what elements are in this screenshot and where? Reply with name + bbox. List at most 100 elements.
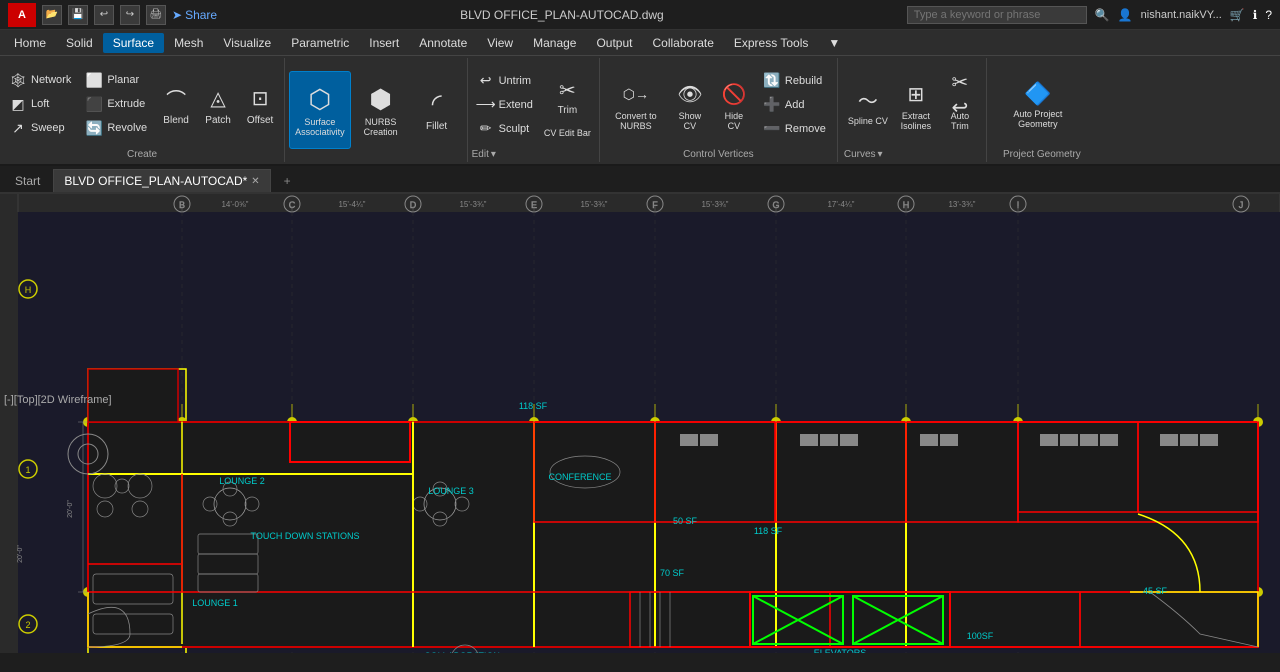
hide-cv-icon: 🚫: [718, 79, 750, 111]
menu-manage[interactable]: Manage: [523, 33, 586, 53]
search-input[interactable]: [907, 6, 1087, 24]
loft-button[interactable]: ◩ Loft: [4, 93, 76, 115]
menu-solid[interactable]: Solid: [56, 33, 103, 53]
rebuild-icon: 🔃: [763, 72, 781, 90]
auto-trim-icon: ✂↩: [944, 79, 976, 111]
svg-text:LOUNGE 3: LOUNGE 3: [428, 486, 474, 496]
create-col2: ⬜ Planar ⬛ Extrude 🔄 Revolve: [80, 69, 152, 139]
info-icon[interactable]: ℹ: [1253, 8, 1258, 22]
sculpt-icon: ✏: [477, 120, 495, 138]
search-icon[interactable]: 🔍: [1095, 8, 1110, 22]
show-cv-button[interactable]: 👁 ShowCV: [670, 77, 710, 133]
blend-button[interactable]: ⌒ Blend: [156, 81, 196, 128]
menu-parametric[interactable]: Parametric: [281, 33, 359, 53]
spline-cv-button[interactable]: 〜 Spline CV: [844, 82, 892, 128]
curves-tools: 〜 Spline CV ⊞ ExtractIsolines ✂↩ AutoTri…: [844, 60, 980, 149]
surface-assoc-group: ⬡ SurfaceAssociativity ⬢ NURBSCreation ◜…: [285, 58, 468, 162]
svg-text:50 SF: 50 SF: [673, 516, 698, 526]
extrude-button[interactable]: ⬛ Extrude: [80, 93, 152, 115]
revolve-icon: 🔄: [85, 119, 103, 137]
auto-trim-button[interactable]: ✂↩ AutoTrim: [940, 77, 980, 133]
menu-home[interactable]: Home: [4, 33, 56, 53]
undo-icon[interactable]: ↩: [94, 5, 114, 25]
tab-start[interactable]: Start: [4, 169, 51, 192]
tab-blvd[interactable]: BLVD OFFICE_PLAN-AUTOCAD* ✕: [53, 169, 270, 192]
svg-text:2: 2: [25, 620, 30, 630]
svg-text:70 SF: 70 SF: [660, 568, 685, 578]
surface-assoc-tools: ⬡ SurfaceAssociativity ⬢ NURBSCreation ◜…: [289, 60, 463, 160]
canvas-area[interactable]: [-][Top][2D Wireframe] B C D E F G: [0, 194, 1280, 653]
planar-icon: ⬜: [85, 71, 103, 89]
svg-text:LOUNGE 2: LOUNGE 2: [219, 476, 265, 486]
titlebar-title: BLVD OFFICE_PLAN-AUTOCAD.dwg: [217, 8, 907, 22]
surface-associativity-button[interactable]: ⬡ SurfaceAssociativity: [289, 71, 351, 149]
convert-nurbs-button[interactable]: ⬡→ Convert toNURBS: [606, 77, 666, 133]
offset-button[interactable]: ⊡ Offset: [240, 81, 280, 128]
fillet-button[interactable]: ◜ Fillet: [411, 71, 463, 149]
svg-text:118 SF: 118 SF: [754, 526, 783, 536]
extract-isolines-button[interactable]: ⊞ ExtractIsolines: [896, 77, 936, 133]
remove-cv-icon: ➖: [763, 120, 781, 138]
svg-text:118 SF: 118 SF: [519, 401, 548, 411]
add-cv-button[interactable]: ➕ Add: [758, 94, 831, 116]
project-geom-label: Project Geometry: [993, 149, 1091, 160]
svg-text:15'-3¾": 15'-3¾": [701, 200, 728, 209]
add-cv-icon: ➕: [763, 96, 781, 114]
save-icon[interactable]: 💾: [68, 5, 88, 25]
menu-express-tools[interactable]: Express Tools: [724, 33, 818, 53]
svg-text:ELEVATORS: ELEVATORS: [814, 648, 867, 653]
menu-mesh[interactable]: Mesh: [164, 33, 213, 53]
svg-text:1: 1: [25, 465, 30, 475]
autocad-logo: A: [8, 3, 36, 27]
planar-button[interactable]: ⬜ Planar: [80, 69, 152, 91]
create-main-btns: ⌒ Blend ◬ Patch ⊡ Offset: [156, 81, 280, 128]
rebuild-button[interactable]: 🔃 Rebuild: [758, 70, 831, 92]
print-icon[interactable]: 🖨: [146, 5, 166, 25]
menu-view[interactable]: View: [477, 33, 523, 53]
remove-cv-button[interactable]: ➖ Remove: [758, 118, 831, 140]
patch-button[interactable]: ◬ Patch: [198, 81, 238, 128]
auto-project-geometry-button[interactable]: 🔷 Auto ProjectGeometry: [993, 66, 1083, 144]
menu-annotate[interactable]: Annotate: [409, 33, 477, 53]
edit-col2: ✂ Trim CV Edit Bar: [540, 69, 595, 140]
sweep-icon: ↗: [9, 119, 27, 137]
svg-text:CONFERENCE: CONFERENCE: [548, 472, 611, 482]
create-group: 🕸 Network ◩ Loft ↗ Sweep ⬜ Plan: [0, 58, 285, 162]
sweep-button[interactable]: ↗ Sweep: [4, 117, 76, 139]
revolve-button[interactable]: 🔄 Revolve: [80, 117, 152, 139]
tab-close-icon[interactable]: ✕: [251, 176, 259, 187]
open-icon[interactable]: 📂: [42, 5, 62, 25]
nurbs-creation-button[interactable]: ⬢ NURBSCreation: [355, 71, 407, 149]
cart-icon[interactable]: 🛒: [1230, 8, 1245, 22]
show-cv-icon: 👁: [674, 79, 706, 111]
menu-extra[interactable]: ▼: [818, 33, 850, 53]
create-tools: 🕸 Network ◩ Loft ↗ Sweep ⬜ Plan: [4, 60, 280, 148]
sculpt-button[interactable]: ✏ Sculpt: [472, 118, 538, 140]
untrim-icon: ↩: [477, 72, 495, 90]
menu-visualize[interactable]: Visualize: [213, 33, 281, 53]
extend-button[interactable]: ⟶ Extend: [472, 94, 538, 116]
svg-text:45 SF: 45 SF: [1143, 586, 1168, 596]
menu-collaborate[interactable]: Collaborate: [643, 33, 724, 53]
menu-insert[interactable]: Insert: [359, 33, 409, 53]
redo-icon[interactable]: ↪: [120, 5, 140, 25]
svg-text:J: J: [1239, 200, 1244, 210]
network-button[interactable]: 🕸 Network: [4, 69, 76, 91]
new-tab-button[interactable]: +: [273, 169, 302, 192]
blend-icon: ⌒: [160, 83, 192, 115]
svg-text:LOUNGE 1: LOUNGE 1: [192, 598, 238, 608]
menu-output[interactable]: Output: [586, 33, 642, 53]
curves-label: Curves ▾: [844, 149, 980, 160]
cv-edit-bar-button[interactable]: CV Edit Bar: [540, 126, 595, 140]
trim-button[interactable]: ✂ Trim: [541, 69, 593, 124]
cv-group: ⬡→ Convert toNURBS 👁 ShowCV 🚫 HideCV 🔃 R…: [600, 58, 838, 162]
help-icon[interactable]: ?: [1265, 8, 1272, 22]
untrim-button[interactable]: ↩ Untrim: [472, 70, 538, 92]
doc-tabs: Start BLVD OFFICE_PLAN-AUTOCAD* ✕ +: [0, 166, 1280, 194]
edit-tools: ↩ Untrim ⟶ Extend ✏ Sculpt ✂ Tri: [472, 60, 595, 149]
surface-assoc-icon: ⬡: [309, 84, 332, 115]
share-button[interactable]: ➤ Share: [172, 8, 217, 22]
hide-cv-button[interactable]: 🚫 HideCV: [714, 77, 754, 133]
menu-surface[interactable]: Surface: [103, 33, 164, 53]
project-geom-tools: 🔷 Auto ProjectGeometry: [993, 60, 1091, 149]
